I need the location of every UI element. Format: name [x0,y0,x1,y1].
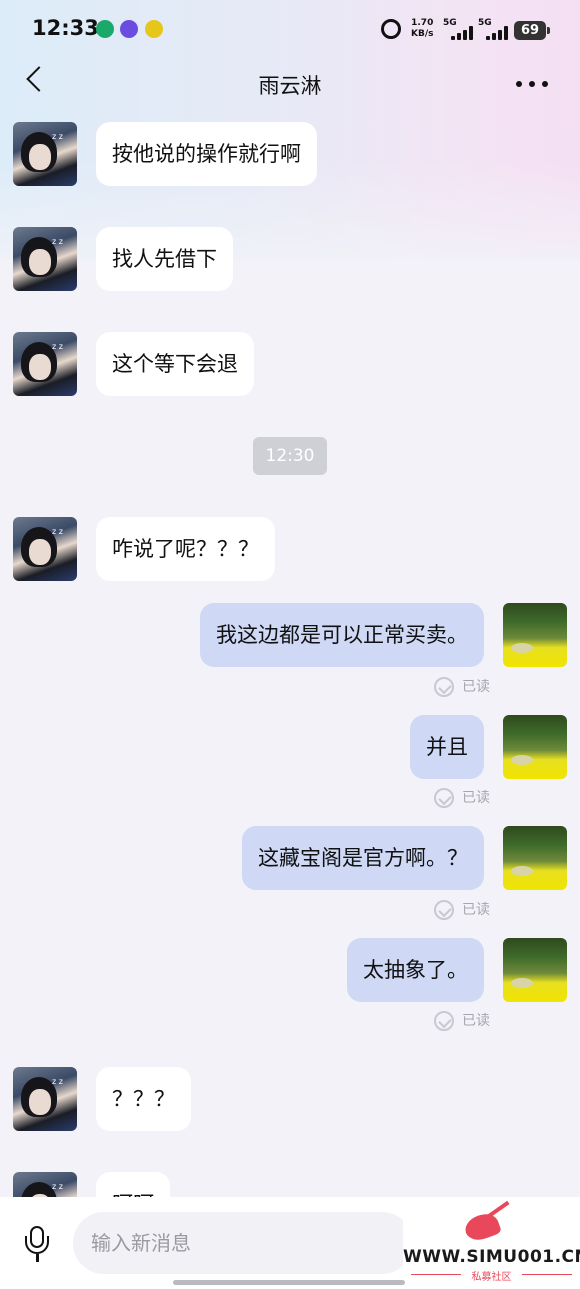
incoming-message-bubble[interactable]: 按他说的操作就行啊 [96,122,317,186]
check-circle-icon [434,788,454,808]
incoming-message-bubble[interactable]: 呵呵 [96,1172,170,1197]
check-circle-icon [434,900,454,920]
more-dots-icon[interactable] [516,81,550,89]
watermark-subtitle: 私募社区 [471,1272,512,1283]
contact-avatar[interactable]: z z [13,517,77,581]
my-avatar[interactable] [503,603,567,667]
contact-avatar[interactable]: z z [13,122,77,186]
read-receipt: 已读 [434,677,490,697]
watermark-logo-icon [461,1200,515,1245]
incoming-message-bubble[interactable]: 咋说了呢？？？ [96,517,275,581]
network-speed-value: 1.70 [411,18,434,28]
outgoing-message-bubble[interactable]: 这藏宝阁是官方啊。？ [242,826,484,890]
alarm-icon [381,19,401,39]
check-circle-icon [434,677,454,697]
contact-name: 雨云淋 [258,74,322,98]
my-avatar[interactable] [503,715,567,779]
read-receipt: 已读 [434,900,490,920]
message-input[interactable] [73,1212,413,1274]
check-circle-icon [434,1011,454,1031]
incoming-message-bubble[interactable]: 找人先借下 [96,227,233,291]
network-speed: 1.70 KB/s [411,18,433,40]
microphone-icon[interactable] [22,1226,52,1264]
status-bar: 12:33 1.70 KB/s 5G 5G 69 [0,0,580,62]
my-avatar[interactable] [503,938,567,1002]
read-receipt: 已读 [434,1011,490,1031]
contact-avatar[interactable]: z z [13,332,77,396]
home-indicator[interactable] [173,1280,405,1285]
outgoing-message-bubble[interactable]: 并且 [410,715,484,779]
contact-avatar[interactable]: z z [13,1172,77,1197]
input-bar: WWW.SIMU001.CN 私募社区 [0,1197,580,1289]
battery-icon: 69 [514,21,550,40]
watermark: WWW.SIMU001.CN 私募社区 [403,1197,580,1289]
network-speed-unit: KB/s [411,29,434,39]
my-avatar[interactable] [503,826,567,890]
message-list[interactable]: z z 按他说的操作就行啊 z z 找人先借下 z z 这个等下会退 12:30… [0,0,580,1197]
contact-avatar[interactable]: z z [13,227,77,291]
outgoing-message-bubble[interactable]: 我这边都是可以正常买卖。 [200,603,484,667]
outgoing-message-bubble[interactable]: 太抽象了。 [347,938,484,1002]
chat-header: 雨云淋 [0,62,580,106]
watermark-site: WWW.SIMU001.CN [403,1247,580,1267]
game-icon [145,20,163,38]
china-mobile-icon [96,20,114,38]
timestamp-divider: 12:30 [253,437,327,475]
incoming-message-bubble[interactable]: 这个等下会退 [96,332,254,396]
status-time: 12:33 [32,16,99,40]
contact-avatar[interactable]: z z [13,1067,77,1131]
incoming-message-bubble[interactable]: ？？？ [96,1067,191,1131]
read-receipt: 已读 [434,788,490,808]
tieba-icon [120,20,138,38]
